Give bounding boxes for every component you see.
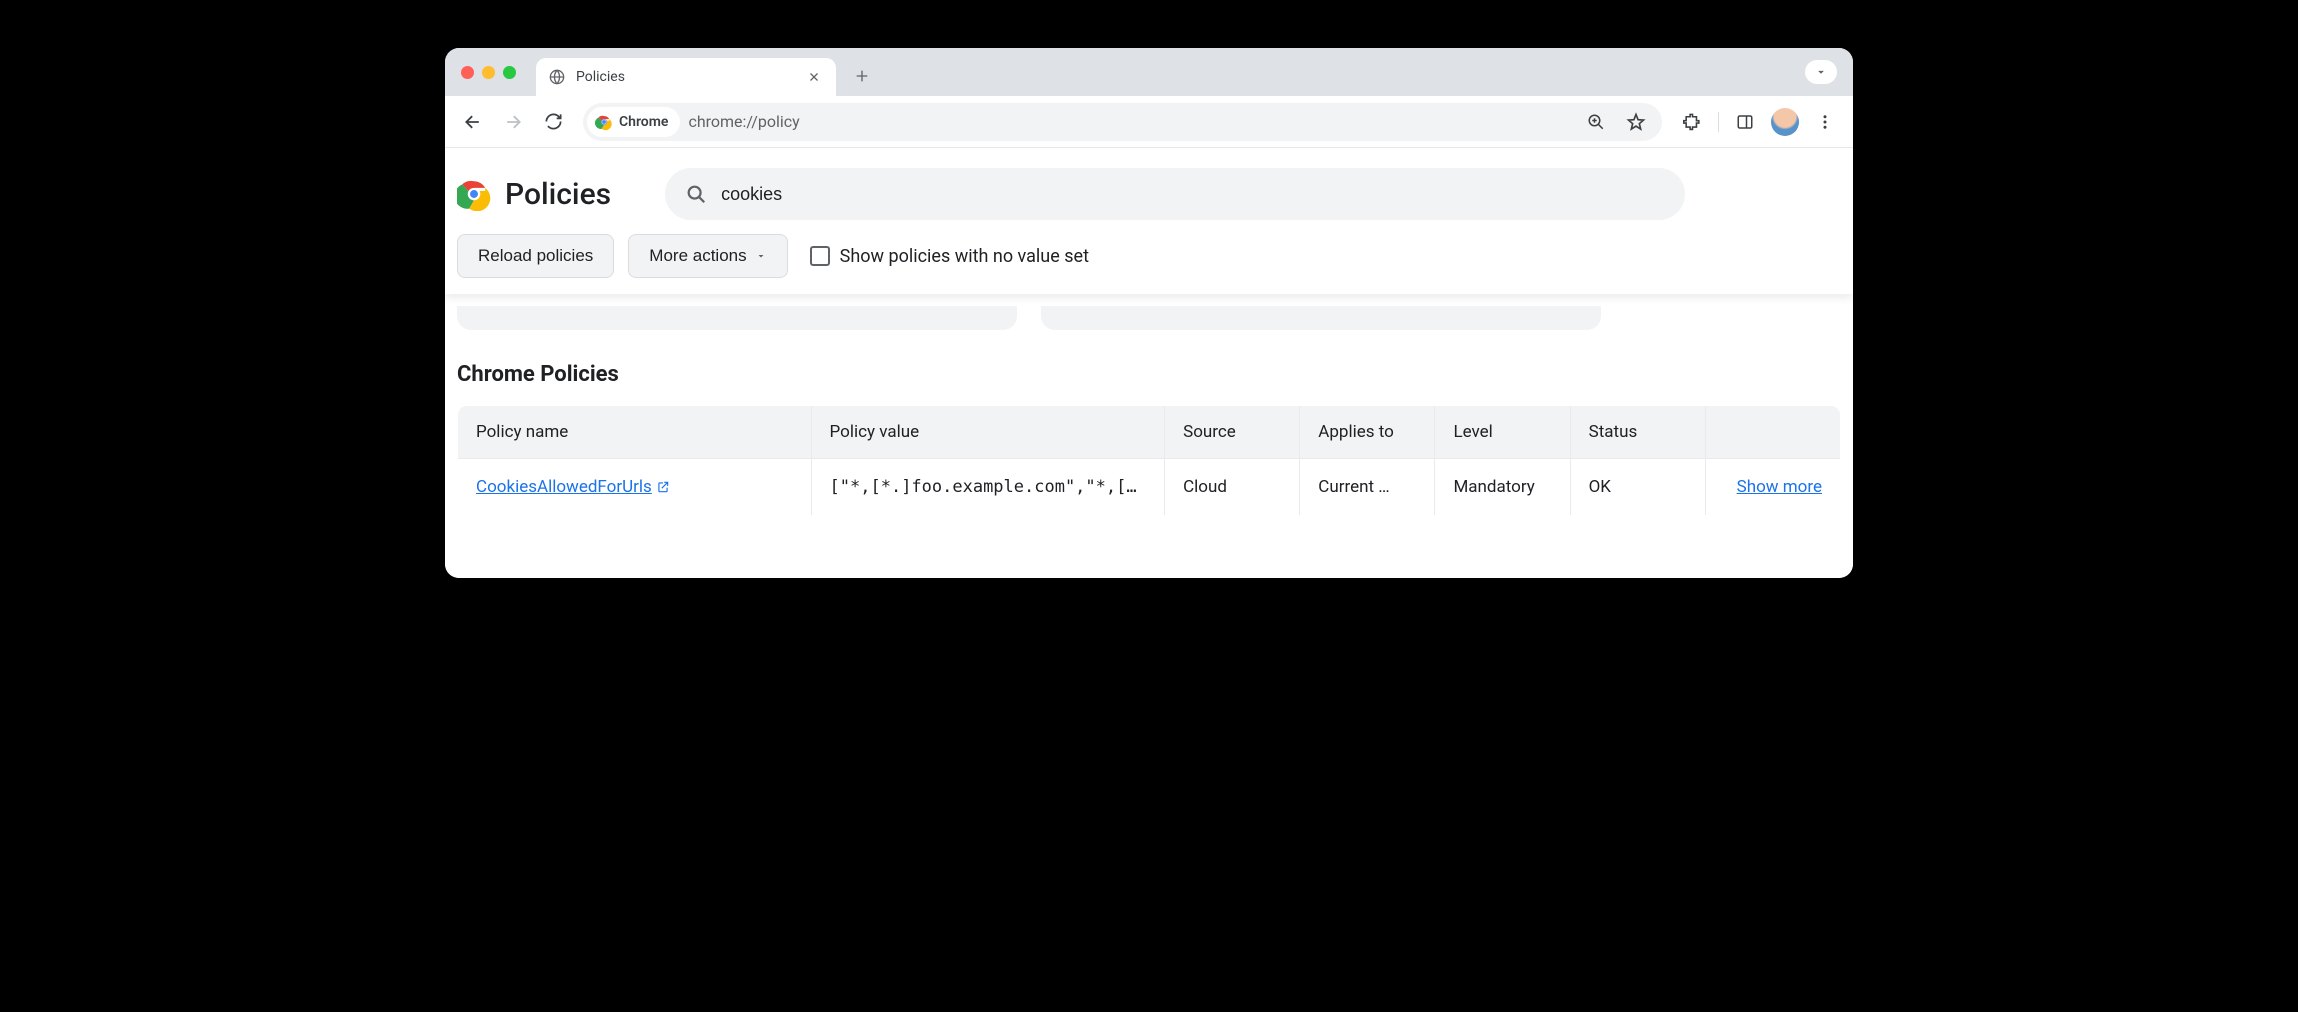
policy-level-cell: Mandatory [1435, 459, 1570, 516]
browser-tab[interactable]: Policies [536, 58, 836, 96]
more-actions-label: More actions [649, 246, 746, 266]
info-card-stub [1041, 306, 1601, 330]
policy-search-input[interactable] [721, 184, 1665, 205]
page-title: Policies [505, 177, 611, 212]
chevron-down-icon [755, 250, 767, 262]
address-bar[interactable]: Chrome chrome://policy [583, 103, 1662, 141]
extensions-icon[interactable] [1674, 104, 1710, 140]
back-button[interactable] [455, 104, 491, 140]
th-applies-to: Applies to [1300, 406, 1435, 459]
policies-table: Policy name Policy value Source Applies … [457, 405, 1841, 516]
page-content: Policies Reload policies More actions [445, 148, 1853, 578]
reload-policies-label: Reload policies [478, 246, 593, 266]
more-actions-button[interactable]: More actions [628, 234, 787, 278]
browser-toolbar: Chrome chrome://policy [445, 96, 1853, 148]
th-level: Level [1435, 406, 1570, 459]
table-header-row: Policy name Policy value Source Applies … [458, 406, 1841, 459]
policy-search[interactable] [665, 168, 1685, 220]
th-actions [1705, 406, 1840, 459]
site-chip[interactable]: Chrome [587, 107, 680, 137]
minimize-window-button[interactable] [482, 66, 495, 79]
maximize-window-button[interactable] [503, 66, 516, 79]
reload-button[interactable] [535, 104, 571, 140]
table-row: CookiesAllowedForUrls ["*,[*.]foo.exampl… [458, 459, 1841, 516]
section-title: Chrome Policies [457, 362, 1841, 387]
th-source: Source [1165, 406, 1300, 459]
policy-value-cell: ["*,[*.]foo.example.com","*,[*.… [811, 459, 1165, 516]
info-cards-row [457, 306, 1841, 330]
browser-window: Policies Chrome [445, 48, 1853, 578]
checkbox-icon [810, 246, 830, 266]
close-tab-button[interactable] [804, 69, 824, 85]
forward-button[interactable] [495, 104, 531, 140]
policy-applies-cell: Current … [1300, 459, 1435, 516]
profile-avatar[interactable] [1767, 104, 1803, 140]
page-header: Policies Reload policies More actions [445, 148, 1853, 294]
show-more-link[interactable]: Show more [1737, 477, 1822, 497]
tab-search-button[interactable] [1805, 60, 1837, 84]
toolbar-divider [1718, 112, 1719, 132]
policy-name-text: CookiesAllowedForUrls [476, 477, 652, 497]
new-tab-button[interactable] [848, 62, 876, 90]
th-policy-value: Policy value [811, 406, 1165, 459]
globe-icon [548, 68, 566, 86]
show-no-value-checkbox[interactable]: Show policies with no value set [810, 246, 1089, 267]
tab-strip: Policies [445, 48, 1853, 96]
info-card-stub [457, 306, 1017, 330]
th-status: Status [1570, 406, 1705, 459]
show-no-value-label: Show policies with no value set [840, 246, 1089, 267]
site-chip-label: Chrome [619, 114, 668, 130]
policy-status-cell: OK [1570, 459, 1705, 516]
reload-policies-button[interactable]: Reload policies [457, 234, 614, 278]
policy-name-link[interactable]: CookiesAllowedForUrls [476, 477, 670, 497]
tab-title: Policies [576, 69, 794, 85]
policy-source-cell: Cloud [1165, 459, 1300, 516]
close-window-button[interactable] [461, 66, 474, 79]
url-text: chrome://policy [688, 112, 799, 131]
zoom-icon[interactable] [1578, 104, 1614, 140]
side-panel-icon[interactable] [1727, 104, 1763, 140]
chrome-logo-icon [457, 177, 491, 211]
bookmark-icon[interactable] [1618, 104, 1654, 140]
window-controls [461, 66, 516, 79]
chrome-icon [595, 113, 613, 131]
search-icon [685, 183, 707, 205]
th-policy-name: Policy name [458, 406, 812, 459]
kebab-menu-icon[interactable] [1807, 104, 1843, 140]
external-link-icon [656, 480, 670, 494]
